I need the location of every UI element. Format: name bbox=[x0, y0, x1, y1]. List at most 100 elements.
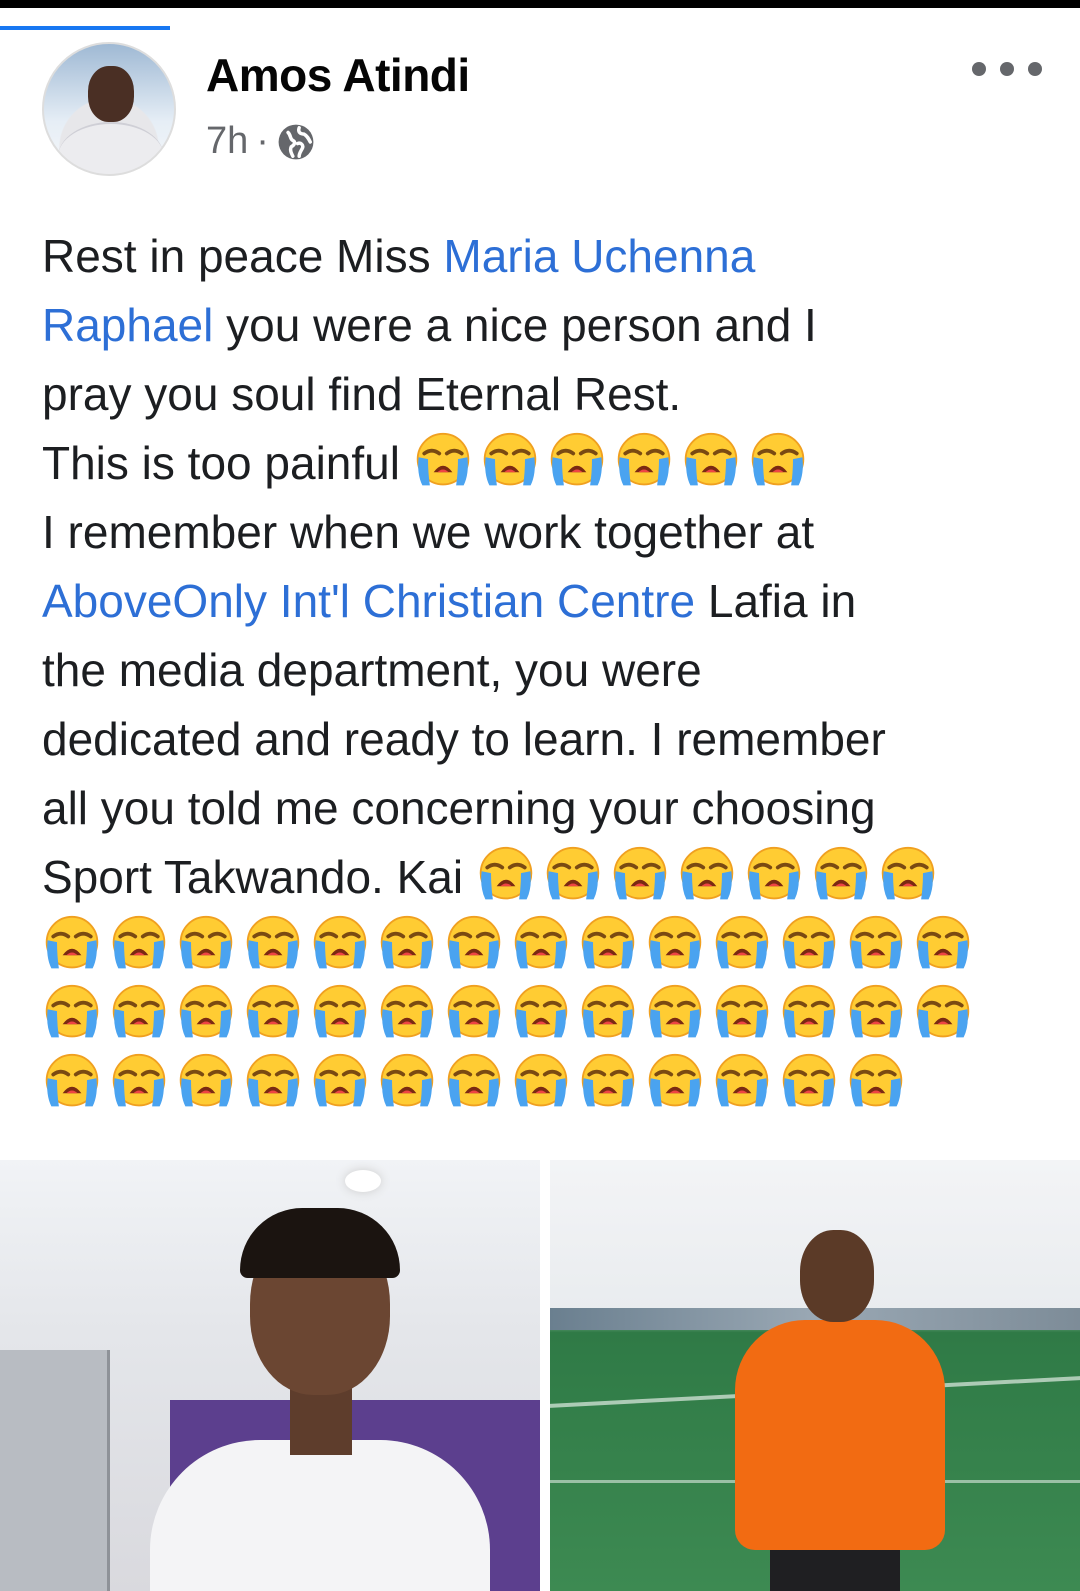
status-bar bbox=[0, 0, 1080, 8]
post-time[interactable]: 7h bbox=[206, 120, 248, 163]
avatar-face bbox=[88, 66, 134, 122]
loudly-crying-face-emoji bbox=[846, 914, 906, 974]
loudly-crying-face-emoji bbox=[677, 845, 737, 905]
loudly-crying-face-emoji bbox=[645, 983, 705, 1043]
loudly-crying-face-emoji bbox=[511, 983, 571, 1043]
post-line bbox=[42, 912, 1042, 981]
loudly-crying-face-emoji bbox=[578, 983, 638, 1043]
loudly-crying-face-emoji bbox=[712, 914, 772, 974]
post-line bbox=[42, 981, 1042, 1050]
loudly-crying-face-emoji bbox=[779, 914, 839, 974]
loudly-crying-face-emoji bbox=[377, 983, 437, 1043]
post-photo-left[interactable] bbox=[0, 1160, 540, 1591]
loudly-crying-face-emoji bbox=[779, 983, 839, 1043]
meta-separator: · bbox=[256, 120, 269, 162]
post-line: AboveOnly Int'l Christian Centre Lafia i… bbox=[42, 567, 1042, 636]
loudly-crying-face-emoji bbox=[744, 845, 804, 905]
loudly-crying-face-emoji bbox=[377, 1052, 437, 1112]
loudly-crying-face-emoji bbox=[109, 983, 169, 1043]
loudly-crying-face-emoji bbox=[176, 983, 236, 1043]
loudly-crying-face-emoji bbox=[476, 845, 536, 905]
post-text: Rest in peace Miss Maria Uchenna Raphael… bbox=[42, 222, 1042, 1119]
loudly-crying-face-emoji bbox=[176, 1052, 236, 1112]
more-dot bbox=[972, 62, 986, 76]
loudly-crying-face-emoji bbox=[846, 983, 906, 1043]
loudly-crying-face-emoji bbox=[377, 914, 437, 974]
emoji-run bbox=[476, 846, 945, 903]
emoji-run bbox=[42, 915, 980, 972]
post-text-segment: Rest in peace Miss bbox=[42, 230, 444, 282]
loudly-crying-face-emoji bbox=[243, 914, 303, 974]
avatar-body bbox=[58, 122, 164, 174]
emoji-run bbox=[413, 432, 815, 489]
loudly-crying-face-emoji bbox=[243, 983, 303, 1043]
mention-maria-uchenna-raphael[interactable]: Raphael bbox=[42, 299, 213, 351]
loudly-crying-face-emoji bbox=[645, 914, 705, 974]
post-text-segment: Sport Takwando. Kai bbox=[42, 851, 476, 903]
loudly-crying-face-emoji bbox=[243, 1052, 303, 1112]
loudly-crying-face-emoji bbox=[748, 431, 808, 491]
emoji-run bbox=[42, 1053, 913, 1110]
post-meta: 7h · bbox=[206, 120, 315, 163]
loudly-crying-face-emoji bbox=[543, 845, 603, 905]
avatar[interactable] bbox=[42, 42, 176, 176]
post-text-segment: Lafia in bbox=[695, 575, 857, 627]
tab-indicator bbox=[0, 26, 170, 30]
loudly-crying-face-emoji bbox=[42, 983, 102, 1043]
person-head bbox=[800, 1230, 874, 1322]
post-text-segment: This is too painful bbox=[42, 437, 413, 489]
loudly-crying-face-emoji bbox=[310, 983, 370, 1043]
loudly-crying-face-emoji bbox=[614, 431, 674, 491]
post-line: all you told me concerning your choosing bbox=[42, 782, 876, 834]
loudly-crying-face-emoji bbox=[444, 1052, 504, 1112]
emoji-run bbox=[42, 984, 980, 1041]
loudly-crying-face-emoji bbox=[109, 1052, 169, 1112]
loudly-crying-face-emoji bbox=[779, 1052, 839, 1112]
person-neck bbox=[290, 1385, 352, 1455]
globe-icon bbox=[278, 124, 314, 159]
loudly-crying-face-emoji bbox=[578, 1052, 638, 1112]
post-text-segment: you were a nice person and I bbox=[213, 299, 817, 351]
loudly-crying-face-emoji bbox=[176, 914, 236, 974]
person-hair bbox=[240, 1208, 400, 1278]
loudly-crying-face-emoji bbox=[444, 983, 504, 1043]
post-photo-right[interactable] bbox=[550, 1160, 1080, 1591]
loudly-crying-face-emoji bbox=[42, 914, 102, 974]
post-line: I remember when we work together at bbox=[42, 506, 815, 558]
loudly-crying-face-emoji bbox=[444, 914, 504, 974]
loudly-crying-face-emoji bbox=[413, 431, 473, 491]
loudly-crying-face-emoji bbox=[511, 1052, 571, 1112]
more-dot bbox=[1000, 62, 1014, 76]
post-line: the media department, you were bbox=[42, 644, 702, 696]
post-line: Raphael you were a nice person and I bbox=[42, 291, 1042, 360]
loudly-crying-face-emoji bbox=[42, 1052, 102, 1112]
loudly-crying-face-emoji bbox=[480, 431, 540, 491]
loudly-crying-face-emoji bbox=[511, 914, 571, 974]
mention-maria-uchenna-raphael[interactable]: Maria Uchenna bbox=[443, 230, 755, 282]
post-line: Rest in peace Miss Maria Uchenna bbox=[42, 222, 1042, 291]
post-line: This is too painful bbox=[42, 429, 1042, 498]
loudly-crying-face-emoji bbox=[109, 914, 169, 974]
mention-aboveonly-church[interactable]: AboveOnly Int'l Christian Centre bbox=[42, 575, 695, 627]
photo-divider bbox=[540, 1160, 550, 1591]
loudly-crying-face-emoji bbox=[811, 845, 871, 905]
post-line bbox=[42, 1050, 1042, 1119]
loudly-crying-face-emoji bbox=[913, 914, 973, 974]
author-name[interactable]: Amos Atindi bbox=[206, 48, 470, 102]
loudly-crying-face-emoji bbox=[310, 914, 370, 974]
loudly-crying-face-emoji bbox=[878, 845, 938, 905]
more-dot bbox=[1028, 62, 1042, 76]
loudly-crying-face-emoji bbox=[913, 983, 973, 1043]
loudly-crying-face-emoji bbox=[712, 983, 772, 1043]
filing-cabinet bbox=[0, 1350, 110, 1591]
loudly-crying-face-emoji bbox=[547, 431, 607, 491]
loudly-crying-face-emoji bbox=[712, 1052, 772, 1112]
loudly-crying-face-emoji bbox=[645, 1052, 705, 1112]
more-options-icon[interactable] bbox=[972, 54, 1042, 84]
person-body bbox=[150, 1440, 490, 1591]
ceiling-light bbox=[345, 1170, 381, 1192]
person-jacket bbox=[735, 1320, 945, 1550]
loudly-crying-face-emoji bbox=[681, 431, 741, 491]
post-line: pray you soul find Eternal Rest. bbox=[42, 368, 682, 420]
post-line: dedicated and ready to learn. I remember bbox=[42, 713, 886, 765]
